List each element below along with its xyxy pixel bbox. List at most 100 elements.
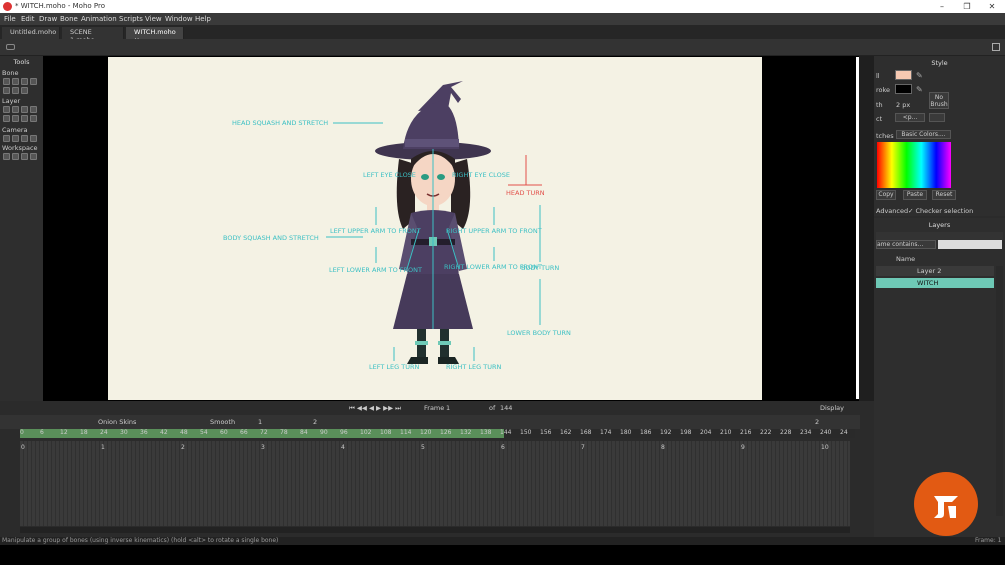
layers-toolbar	[876, 232, 1003, 240]
menu-animation[interactable]: Animation	[81, 15, 117, 23]
ruler-tick: 12	[60, 429, 68, 436]
bone-strength-tool-icon[interactable]	[12, 87, 19, 94]
close-button[interactable]: ✕	[982, 1, 1002, 12]
ruler-tick: 228	[780, 429, 792, 436]
ruler-tick: 198	[680, 429, 692, 436]
timeline-zoom-value[interactable]: 2	[815, 418, 819, 426]
canvas[interactable]: HEAD SQUASH AND STRETCH LEFT EYE CLOSE R…	[108, 57, 762, 400]
layer-filter-input[interactable]	[938, 240, 1002, 249]
tab-witch[interactable]: WITCH.moho ×	[126, 27, 184, 44]
menu-edit[interactable]: Edit	[21, 15, 35, 23]
eyedropper-tool-icon[interactable]	[30, 115, 37, 122]
pan-workspace-tool-icon[interactable]	[3, 153, 10, 160]
rotate-bone-tool-icon[interactable]	[30, 78, 37, 85]
select-bone-tool-icon[interactable]	[3, 78, 10, 85]
second-marker: 10	[821, 444, 829, 451]
width-value[interactable]: 2 px	[896, 101, 910, 109]
ruler-tick: 174	[600, 429, 612, 436]
ruler-tick: 0	[20, 429, 24, 436]
menu-bone[interactable]: Bone	[60, 15, 78, 23]
letterbox-bottom	[0, 545, 1005, 565]
bone-physics-tool-icon[interactable]	[21, 87, 28, 94]
step-value[interactable]: 2	[313, 418, 317, 426]
flip-layer-tool-icon[interactable]	[3, 115, 10, 122]
copy-button[interactable]: Copy	[876, 190, 896, 200]
ruler-tick: 30	[120, 429, 128, 436]
menu-window[interactable]: Window	[165, 15, 193, 23]
frame-input[interactable]: 1	[446, 404, 450, 412]
menu-scripts[interactable]: Scripts	[119, 15, 143, 23]
fill-color-swatch[interactable]	[895, 70, 912, 80]
layer-row-selected[interactable]: WITCH	[876, 278, 994, 288]
swatches-dropdown[interactable]: Basic Colors....	[896, 130, 951, 139]
rotate-workspace-tool-icon[interactable]	[21, 153, 28, 160]
minimize-button[interactable]: –	[932, 1, 952, 12]
second-marker: 0	[21, 444, 25, 451]
second-marker: 4	[341, 444, 345, 451]
translate-bone-tool-icon[interactable]	[12, 78, 19, 85]
eye-icon[interactable]	[6, 44, 15, 50]
layer-filter-dropdown[interactable]: ame contains...	[876, 240, 936, 249]
layer-depth-tool-icon[interactable]	[12, 115, 19, 122]
menu-help[interactable]: Help	[195, 15, 211, 23]
roll-camera-tool-icon[interactable]	[21, 135, 28, 142]
checker-selection-checkbox[interactable]: ✓ Checker selection	[908, 207, 973, 215]
manipulate-bones-tool-icon[interactable]	[3, 87, 10, 94]
interpolation-value[interactable]: 1	[258, 418, 262, 426]
transform-layer-tool-icon[interactable]	[3, 106, 10, 113]
tab-label: WITCH.moho	[134, 28, 176, 36]
section-bone: Bone	[2, 69, 19, 77]
frame-label: Frame	[424, 404, 445, 412]
effect-options-button[interactable]	[929, 113, 945, 122]
timeline-ruler[interactable]: 0 6 12 18 24 30 36 42 48 54 60 66 72 78 …	[20, 429, 855, 438]
timeline-tracks[interactable]: 0 1 2 3 4 5 6 7 8 9 10	[20, 441, 850, 526]
menu-draw[interactable]: Draw	[39, 15, 57, 23]
reset-button[interactable]: Reset	[932, 190, 956, 200]
display-menu[interactable]: Display	[820, 404, 844, 412]
of-label: of	[489, 404, 496, 412]
stroke-eyedropper-icon[interactable]: ✎	[916, 85, 924, 94]
layers-scrollbar[interactable]	[996, 266, 1003, 516]
playback-controls-icon[interactable]: ⏮ ◀◀ ◀ ▶ ▶▶ ⏭	[349, 404, 401, 413]
ruler-tick: 108	[380, 429, 392, 436]
total-frames[interactable]: 144	[500, 404, 512, 412]
layer-name: Layer 2	[917, 267, 942, 275]
ruler-tick: 120	[420, 429, 432, 436]
advanced-checkbox[interactable]: Advanced	[876, 207, 908, 215]
timeline-scrollbar[interactable]	[20, 527, 850, 533]
set-origin-tool-icon[interactable]	[12, 106, 19, 113]
maximize-button[interactable]: ❐	[957, 1, 977, 12]
text-tool-icon[interactable]	[21, 115, 28, 122]
ruler-tick: 72	[260, 429, 268, 436]
color-swatch-grid[interactable]	[877, 142, 951, 188]
section-workspace: Workspace	[2, 144, 38, 152]
rotate-layer-tool-icon[interactable]	[21, 106, 28, 113]
zoom-camera-tool-icon[interactable]	[12, 135, 19, 142]
interpolation-dropdown[interactable]: Smooth	[210, 418, 235, 426]
tab-untitled[interactable]: Untitled.moho	[2, 27, 60, 39]
tab-scene-1[interactable]: SCENE 1.moho	[62, 27, 124, 44]
track-camera-tool-icon[interactable]	[3, 135, 10, 142]
layer-row[interactable]: Layer 2	[876, 266, 994, 276]
fill-eyedropper-icon[interactable]: ✎	[916, 71, 924, 80]
orbit-workspace-tool-icon[interactable]	[30, 153, 37, 160]
menu-view[interactable]: View	[145, 15, 162, 23]
shear-layer-tool-icon[interactable]	[30, 106, 37, 113]
scale-bone-tool-icon[interactable]	[21, 78, 28, 85]
stroke-color-swatch[interactable]	[895, 84, 912, 94]
layers-column-name: Name	[896, 255, 916, 263]
second-marker: 8	[661, 444, 665, 451]
ruler-tick: 78	[280, 429, 288, 436]
menu-file[interactable]: File	[4, 15, 16, 23]
second-marker: 7	[581, 444, 585, 451]
ruler-tick: 24	[100, 429, 108, 436]
paste-button[interactable]: Paste	[903, 190, 927, 200]
pan-tilt-camera-tool-icon[interactable]	[30, 135, 37, 142]
status-hint: Manipulate a group of bones (using inver…	[2, 537, 279, 544]
onion-skins-button[interactable]: Onion Skins	[98, 418, 136, 426]
zoom-workspace-tool-icon[interactable]	[12, 153, 19, 160]
no-brush-button[interactable]: No Brush	[929, 92, 949, 109]
effect-dropdown[interactable]: <p...	[895, 113, 925, 122]
panel-toggle-icon[interactable]	[992, 43, 1000, 51]
ruler-tick: 90	[320, 429, 328, 436]
